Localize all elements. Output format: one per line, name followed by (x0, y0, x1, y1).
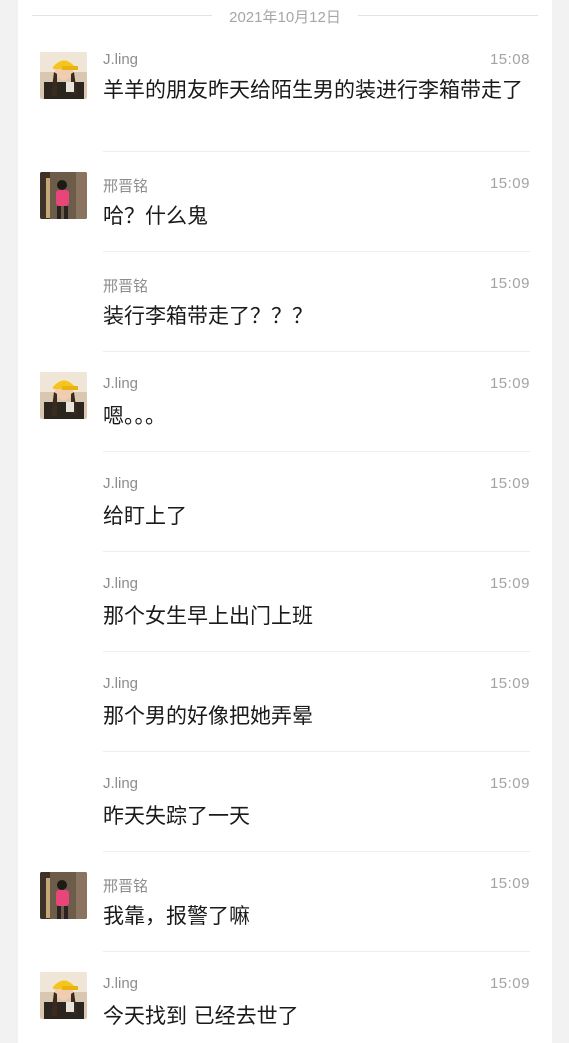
message-item[interactable]: J.ling 15:09 今天找到 已经去世了 (18, 952, 552, 1043)
sender-name: J.ling (103, 575, 139, 592)
message-time: 15:09 (489, 675, 530, 692)
avatar-jling[interactable] (40, 972, 87, 1019)
message-item[interactable]: 邢晋铭 15:09 我靠，报警了嘛 (18, 852, 552, 952)
date-label: 2021年10月12日 (229, 9, 341, 26)
message-item[interactable]: J.ling 15:09 那个女生早上出门上班 (18, 552, 552, 652)
message-text: 今天找到 已经去世了 (103, 1004, 299, 1028)
sender-name: 邢晋铭 (103, 178, 149, 195)
message-time: 15:09 (489, 775, 530, 792)
sender-name: J.ling (103, 775, 139, 792)
message-item[interactable]: 邢晋铭 15:09 哈？什么鬼 (18, 152, 552, 252)
message-item[interactable]: J.ling 15:09 那个男的好像把她弄晕 (18, 652, 552, 752)
chat-history-card: 2021年10月12日 J.ling 15:08 羊羊的朋友昨天给陌生男的装进行… (18, 0, 552, 1043)
avatar-jling[interactable] (40, 52, 87, 99)
date-divider: 2021年10月12日 (18, 0, 552, 32)
sender-name: J.ling (103, 975, 139, 992)
message-text: 那个女生早上出门上班 (103, 604, 313, 628)
message-item[interactable]: J.ling 15:09 给盯上了 (18, 452, 552, 552)
date-line-right (358, 15, 538, 16)
message-text: 我靠，报警了嘛 (103, 904, 250, 928)
message-text: 那个男的好像把她弄晕 (103, 704, 313, 728)
message-time: 15:09 (489, 275, 530, 292)
message-time: 15:09 (489, 575, 530, 592)
message-time: 15:09 (489, 475, 530, 492)
message-text: 哈？什么鬼 (103, 204, 208, 228)
message-item[interactable]: 邢晋铭 15:09 装行李箱带走了？？？ (18, 252, 552, 352)
sender-name: J.ling (103, 51, 139, 68)
avatar-jling[interactable] (40, 372, 87, 419)
message-item[interactable]: J.ling 15:08 羊羊的朋友昨天给陌生男的装进行李箱带走了 (18, 42, 552, 152)
sender-name: J.ling (103, 475, 139, 492)
message-text: 羊羊的朋友昨天给陌生男的装进行李箱带走了 (103, 78, 523, 102)
sender-name: 邢晋铭 (103, 878, 149, 895)
message-text: 昨天失踪了一天 (103, 804, 250, 828)
avatar-xing[interactable] (40, 172, 87, 219)
message-time: 15:09 (489, 375, 530, 392)
avatar-xing[interactable] (40, 872, 87, 919)
message-item[interactable]: J.ling 15:09 嗯。。。 (18, 352, 552, 452)
message-time: 15:09 (489, 975, 530, 992)
message-time: 15:08 (489, 51, 530, 68)
message-text: 给盯上了 (103, 504, 187, 528)
sender-name: 邢晋铭 (103, 278, 149, 295)
message-time: 15:09 (489, 175, 530, 192)
sender-name: J.ling (103, 675, 139, 692)
message-text: 嗯。。。 (103, 404, 166, 428)
sender-name: J.ling (103, 375, 139, 392)
message-item[interactable]: J.ling 15:09 昨天失踪了一天 (18, 752, 552, 852)
message-text: 装行李箱带走了？？？ (103, 304, 313, 328)
message-time: 15:09 (489, 875, 530, 892)
